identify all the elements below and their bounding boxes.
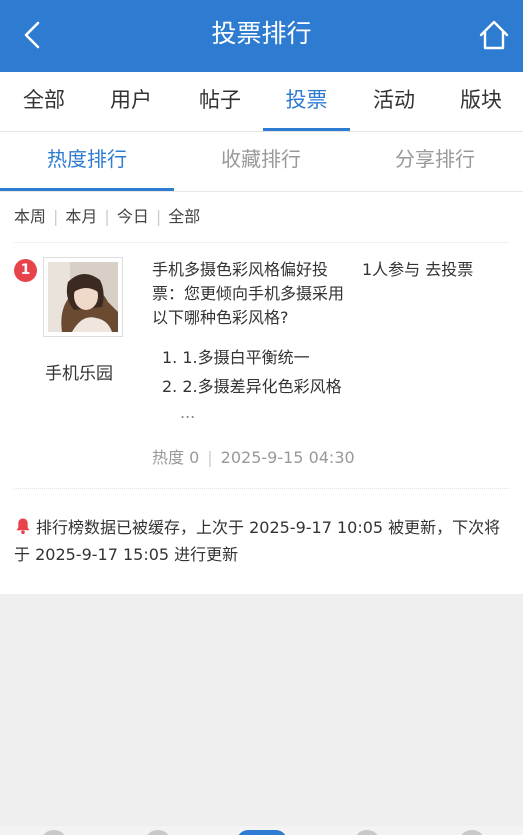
divider: [14, 242, 509, 243]
divider: |: [155, 207, 162, 226]
ranking-subtabs: 热度排行 收藏排行 分享排行: [0, 132, 523, 192]
tab-activities[interactable]: 活动: [364, 72, 424, 131]
avatar[interactable]: [43, 257, 123, 337]
period-week[interactable]: 本周: [14, 205, 46, 229]
avatar-image: [48, 262, 118, 332]
category-tabs: 全部 用户 帖子 投票 活动 版块: [0, 72, 523, 132]
tab-users[interactable]: 用户: [101, 72, 161, 131]
divider: |: [53, 207, 59, 226]
divider: |: [104, 207, 110, 226]
nav-item[interactable]: [355, 830, 379, 835]
page-title: 投票排行: [211, 19, 312, 48]
cache-notice-text: 排行榜数据已被缓存，上次于 2025-9-17 10:05 被更新，下次将于 2…: [14, 518, 501, 564]
divider: [14, 488, 509, 489]
tab-all[interactable]: 全部: [14, 72, 74, 131]
vote-options: 1. 1.多摄白平衡统一 2. 2.多摄差异化色彩风格: [162, 343, 342, 401]
go-vote-link[interactable]: 去投票: [425, 258, 473, 282]
period-today[interactable]: 今日: [117, 205, 149, 229]
tab-votes[interactable]: 投票: [263, 72, 350, 131]
home-icon[interactable]: [477, 18, 511, 52]
nav-center-button[interactable]: [237, 830, 287, 835]
tab-share-ranking[interactable]: 分享排行: [348, 132, 522, 191]
bottom-nav: [0, 826, 523, 835]
vote-option: 1. 1.多摄白平衡统一: [162, 348, 310, 367]
nav-item[interactable]: [42, 830, 66, 835]
tab-favorite-ranking[interactable]: 收藏排行: [174, 132, 348, 191]
post-time: 2025-9-15 04:30: [220, 448, 355, 467]
heat-count: 热度 0: [152, 448, 200, 467]
vote-option: 2. 2.多摄差异化色彩风格: [162, 377, 342, 396]
author-name[interactable]: 手机乐园: [20, 359, 138, 384]
nav-item[interactable]: [146, 830, 170, 835]
top-bar: 投票排行: [0, 0, 523, 72]
tab-posts[interactable]: 帖子: [190, 72, 250, 131]
more-options-ellipsis: ...: [180, 403, 196, 422]
rank-badge: 1: [14, 259, 37, 282]
item-stats: 热度 0 | 2025-9-15 04:30: [152, 446, 355, 470]
vote-meta: 1人参与 去投票: [362, 258, 473, 282]
vote-title[interactable]: 手机多摄色彩风格偏好投票：您更倾向手机多摄采用以下哪种色彩风格?: [152, 258, 352, 330]
period-all[interactable]: 全部: [168, 205, 200, 229]
bell-icon: [16, 518, 30, 535]
tab-heat-ranking[interactable]: 热度排行: [0, 132, 174, 191]
period-month[interactable]: 本月: [65, 205, 97, 229]
tab-boards[interactable]: 版块: [451, 72, 511, 131]
divider: |: [207, 448, 213, 467]
cache-notice: 排行榜数据已被缓存，上次于 2025-9-17 10:05 被更新，下次将于 2…: [14, 514, 508, 568]
nav-item[interactable]: [460, 830, 484, 835]
participant-count: 1人参与: [362, 260, 421, 279]
period-filter: 本周 | 本月 | 今日 | 全部: [14, 205, 200, 229]
